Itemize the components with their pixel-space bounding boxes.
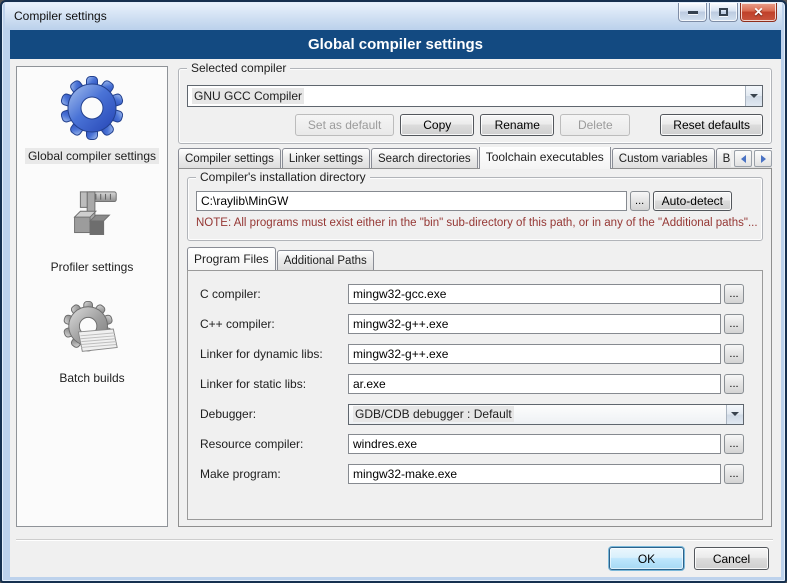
cpp-compiler-input[interactable] bbox=[348, 314, 721, 334]
browse-directory-button[interactable]: ... bbox=[630, 191, 650, 211]
dialog-buttons: OK Cancel bbox=[609, 547, 769, 570]
window-title: Compiler settings bbox=[14, 9, 107, 23]
field-row: Linker for static libs: ... bbox=[200, 374, 744, 394]
chevron-right-icon bbox=[761, 155, 766, 163]
ok-button[interactable]: OK bbox=[609, 547, 684, 570]
toolchain-executables-panel: Compiler's installation directory ... Au… bbox=[178, 168, 772, 527]
minimize-icon bbox=[688, 11, 698, 14]
program-tabs: Program Files Additional Paths bbox=[187, 249, 375, 270]
selected-compiler-group: Selected compiler GNU GCC Compiler Set a… bbox=[178, 68, 772, 144]
dynamic-linker-input[interactable] bbox=[348, 344, 721, 364]
field-label: Resource compiler: bbox=[200, 437, 348, 451]
dialog-body: Global compiler settings bbox=[10, 30, 781, 577]
tab-toolchain-executables[interactable]: Toolchain executables bbox=[479, 147, 611, 169]
tab-additional-paths[interactable]: Additional Paths bbox=[277, 250, 374, 270]
c-compiler-input[interactable] bbox=[348, 284, 721, 304]
browse-resource-compiler-button[interactable]: ... bbox=[724, 434, 744, 454]
field-row: C compiler: ... bbox=[200, 284, 744, 304]
tab-compiler-settings[interactable]: Compiler settings bbox=[178, 148, 281, 169]
close-button[interactable]: ✕ bbox=[740, 3, 777, 22]
installation-directory-group: Compiler's installation directory ... Au… bbox=[187, 177, 763, 241]
field-row: C++ compiler: ... bbox=[200, 314, 744, 334]
group-legend: Selected compiler bbox=[187, 61, 290, 75]
delete-button[interactable]: Delete bbox=[560, 114, 630, 136]
field-label: C compiler: bbox=[200, 287, 348, 301]
installation-directory-input[interactable] bbox=[196, 191, 627, 211]
copy-button[interactable]: Copy bbox=[400, 114, 474, 136]
bin-subdirectory-note: NOTE: All programs must exist either in … bbox=[196, 217, 758, 229]
tab-linker-settings[interactable]: Linker settings bbox=[282, 148, 370, 169]
tab-search-directories[interactable]: Search directories bbox=[371, 148, 478, 169]
field-label: C++ compiler: bbox=[200, 317, 348, 331]
auto-detect-button[interactable]: Auto-detect bbox=[653, 191, 732, 211]
compiler-settings-window: Compiler settings ✕ Global compiler sett… bbox=[0, 0, 787, 583]
selected-compiler-select[interactable]: GNU GCC Compiler bbox=[187, 85, 763, 107]
gray-gear-stack-icon bbox=[59, 297, 125, 363]
tab-scroll-right-button[interactable] bbox=[754, 150, 772, 167]
sidebar-item-label: Global compiler settings bbox=[25, 148, 159, 164]
chevron-left-icon bbox=[741, 155, 746, 163]
caliper-icon bbox=[59, 186, 125, 252]
window-controls: ✕ bbox=[678, 3, 777, 22]
debugger-value: GDB/CDB debugger : Default bbox=[353, 406, 514, 422]
page-title: Global compiler settings bbox=[10, 30, 781, 59]
field-row: Resource compiler: ... bbox=[200, 434, 744, 454]
maximize-button[interactable] bbox=[709, 3, 738, 22]
set-as-default-button[interactable]: Set as default bbox=[295, 114, 394, 136]
make-program-input[interactable] bbox=[348, 464, 721, 484]
browse-make-program-button[interactable]: ... bbox=[724, 464, 744, 484]
maximize-icon bbox=[719, 8, 728, 16]
titlebar[interactable]: Compiler settings ✕ bbox=[5, 3, 782, 28]
compiler-actions: Set as default Copy Rename Delete Reset … bbox=[187, 113, 763, 136]
close-icon: ✕ bbox=[753, 5, 763, 19]
browse-cpp-compiler-button[interactable]: ... bbox=[724, 314, 744, 334]
debugger-select[interactable]: GDB/CDB debugger : Default bbox=[348, 404, 744, 425]
minimize-button[interactable] bbox=[678, 3, 707, 22]
field-row: Make program: ... bbox=[200, 464, 744, 484]
field-label: Linker for static libs: bbox=[200, 377, 348, 391]
group-legend: Compiler's installation directory bbox=[196, 170, 370, 184]
browse-dynamic-linker-button[interactable]: ... bbox=[724, 344, 744, 364]
sidebar-item-profiler-settings[interactable]: Profiler settings bbox=[48, 186, 137, 275]
chevron-down-icon[interactable] bbox=[726, 405, 743, 424]
settings-category-list: Global compiler settings bbox=[16, 66, 168, 527]
sidebar-item-label: Profiler settings bbox=[48, 259, 137, 275]
static-linker-input[interactable] bbox=[348, 374, 721, 394]
reset-defaults-button[interactable]: Reset defaults bbox=[660, 114, 763, 136]
sidebar-item-label: Batch builds bbox=[56, 370, 127, 386]
chevron-down-icon[interactable] bbox=[745, 86, 762, 106]
browse-c-compiler-button[interactable]: ... bbox=[724, 284, 744, 304]
field-label: Debugger: bbox=[200, 407, 348, 421]
rename-button[interactable]: Rename bbox=[480, 114, 554, 136]
sidebar-item-batch-builds[interactable]: Batch builds bbox=[56, 297, 127, 386]
browse-static-linker-button[interactable]: ... bbox=[724, 374, 744, 394]
field-label: Linker for dynamic libs: bbox=[200, 347, 348, 361]
selected-compiler-value: GNU GCC Compiler bbox=[192, 88, 304, 104]
tab-program-files[interactable]: Program Files bbox=[187, 247, 276, 270]
tab-custom-variables[interactable]: Custom variables bbox=[612, 148, 715, 169]
field-label: Make program: bbox=[200, 467, 348, 481]
tab-scroll-buttons bbox=[731, 150, 772, 167]
resource-compiler-input[interactable] bbox=[348, 434, 721, 454]
cancel-button[interactable]: Cancel bbox=[694, 547, 769, 570]
installation-directory-row: ... Auto-detect bbox=[196, 191, 732, 211]
tab-scroll-left-button[interactable] bbox=[734, 150, 752, 167]
field-row: Debugger: GDB/CDB debugger : Default bbox=[200, 404, 744, 424]
field-row: Linker for dynamic libs: ... bbox=[200, 344, 744, 364]
program-files-panel: C compiler: ... C++ compiler: ... Linker… bbox=[187, 270, 763, 520]
sidebar-item-global-compiler-settings[interactable]: Global compiler settings bbox=[25, 75, 159, 164]
blue-gear-icon bbox=[59, 75, 125, 141]
footer-separator bbox=[16, 539, 773, 541]
compiler-settings-tabs: Compiler settings Linker settings Search… bbox=[178, 147, 772, 169]
